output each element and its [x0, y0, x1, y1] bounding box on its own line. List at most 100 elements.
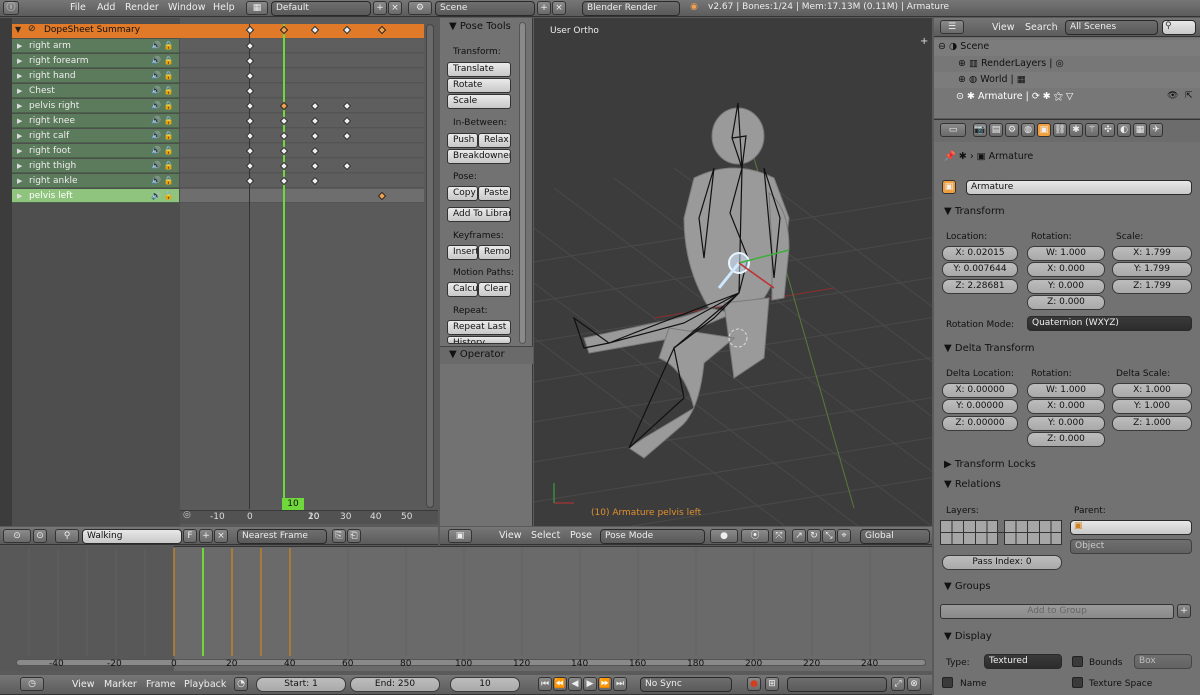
push-button[interactable]: Push — [447, 133, 478, 148]
pivot-icon[interactable]: ⦿ — [741, 529, 769, 543]
translate-manipulator-icon[interactable]: ↗ — [792, 529, 806, 543]
menu-window[interactable]: Window — [168, 2, 205, 13]
add-to-group-button[interactable]: Add to Group — [940, 604, 1174, 619]
outliner-menu-view[interactable]: View — [992, 22, 1015, 33]
viewport-menu-pose[interactable]: Pose — [570, 530, 592, 541]
clear-paths-button[interactable]: Clear — [478, 282, 511, 297]
play-reverse-icon[interactable]: ◀ — [568, 677, 582, 691]
delete-key-icon[interactable]: ⊗ — [907, 677, 921, 691]
editor-type-icon[interactable]: ▣ — [448, 529, 472, 543]
keying-set-icon[interactable]: ⊞ — [765, 677, 779, 691]
channel-row[interactable]: ▶ Chest 🔊 🔒 — [12, 84, 179, 98]
scene-tab-icon[interactable]: ⚙ — [1005, 123, 1019, 137]
delta-location-z-field[interactable]: Z: 0.00000 — [942, 416, 1018, 431]
channel-row[interactable]: ▶ right hand 🔊 🔒 — [12, 69, 179, 83]
channel-icons[interactable]: 🔊 🔒 — [151, 84, 173, 98]
paste-pose-button[interactable]: Paste — [478, 186, 511, 201]
location-y-field[interactable]: Y: 0.007644 — [942, 262, 1018, 277]
expand-icon[interactable]: ▶ — [17, 99, 22, 113]
channel-row[interactable]: ▶ right knee 🔊 🔒 — [12, 114, 179, 128]
channel-icons[interactable]: 🔊 🔒 — [151, 129, 173, 143]
add-group-icon[interactable]: + — [1177, 604, 1191, 618]
start-frame-field[interactable]: Start: 1 — [256, 677, 346, 692]
scale-button[interactable]: Scale — [447, 94, 511, 109]
channel-row[interactable]: ▶ right forearm 🔊 🔒 — [12, 54, 179, 68]
render-tab-icon[interactable]: 📷 — [973, 123, 987, 137]
timeline-menu-marker[interactable]: Marker — [104, 679, 137, 690]
bounds-checkbox[interactable] — [1072, 656, 1083, 667]
copy-pose-button[interactable]: Copy — [447, 186, 478, 201]
translate-button[interactable]: Translate — [447, 62, 511, 77]
scale-manipulator-icon[interactable]: ⤡ — [822, 529, 836, 543]
sync-select[interactable]: No Sync — [640, 677, 732, 692]
constraints-tab-icon[interactable]: ⛓ — [1053, 123, 1067, 137]
outliner-item[interactable]: ⊕ ▥ RenderLayers | ◎ — [958, 58, 1064, 69]
select-arrow-icon[interactable]: ⇱ — [1185, 91, 1193, 101]
transform-panel-header[interactable]: ▼ Transform — [938, 203, 1196, 221]
scenes-select[interactable]: All Scenes — [1065, 20, 1158, 35]
expand-icon[interactable]: ▶ — [17, 69, 22, 83]
3d-viewport[interactable] — [534, 18, 932, 526]
expand-icon[interactable]: ▶ — [17, 159, 22, 173]
expand-icon[interactable]: ▶ — [17, 84, 22, 98]
world-tab-icon[interactable]: ◍ — [1021, 123, 1035, 137]
preview-range-icon[interactable]: ◔ — [234, 677, 248, 691]
timeline-menu-frame[interactable]: Frame — [146, 679, 176, 690]
layout-remove-icon[interactable]: × — [388, 1, 402, 15]
jump-next-key-icon[interactable]: ⏩ — [598, 677, 612, 691]
character-model[interactable] — [534, 18, 932, 526]
physics-tab-icon[interactable]: ✈ — [1149, 123, 1163, 137]
menu-file[interactable]: File — [70, 2, 86, 13]
channel-row[interactable]: ▶ right arm 🔊 🔒 — [12, 39, 179, 53]
relations-panel-header[interactable]: ▼ Relations — [938, 476, 1196, 494]
snap-select[interactable]: Nearest Frame — [237, 529, 327, 544]
object-name-input[interactable]: Armature — [966, 180, 1192, 195]
channel-row[interactable]: ▶ right thigh 🔊 🔒 — [12, 159, 179, 173]
scene-remove-icon[interactable]: × — [552, 1, 566, 15]
channel-icons[interactable]: 🔊 🔒 — [151, 39, 173, 53]
viewport-menu-view[interactable]: View — [499, 530, 522, 541]
copy-keys-icon[interactable]: ⎘ — [332, 529, 346, 543]
delta-transform-panel-header[interactable]: ▼ Delta Transform — [938, 340, 1196, 358]
fake-user-button[interactable]: F — [183, 529, 197, 543]
channel-icons[interactable]: 🔊 🔒 — [151, 159, 173, 173]
expand-triangle-icon[interactable]: ▼ — [15, 25, 21, 34]
extra-manipulator-icon[interactable]: ⌖ — [837, 529, 851, 543]
mode-select[interactable]: Pose Mode — [600, 529, 705, 544]
channel-icons[interactable]: 🔊 🔒 — [151, 69, 173, 83]
channel-icons[interactable]: 🔊 🔒 — [151, 174, 173, 188]
current-frame-field[interactable]: 10 — [450, 677, 520, 692]
paste-keys-icon[interactable]: ⎗ — [347, 529, 361, 543]
dopesheet-scrollbar[interactable] — [426, 24, 434, 508]
channel-row-selected[interactable]: ▶ pelvis left 🔊 🔒 — [12, 189, 179, 203]
channel-row[interactable]: ▶ pelvis right 🔊 🔒 — [12, 99, 179, 113]
bounds-type-select[interactable]: Box — [1134, 654, 1192, 669]
rotate-manipulator-icon[interactable]: ↻ — [807, 529, 821, 543]
history-button[interactable]: History — [447, 336, 511, 344]
delta-scale-y-field[interactable]: Y: 1.000 — [1112, 399, 1192, 414]
expand-icon[interactable]: ▶ — [17, 144, 22, 158]
search-icon[interactable]: ⚲ — [55, 529, 79, 543]
jump-prev-key-icon[interactable]: ⏪ — [553, 677, 567, 691]
delta-rotation-y-field[interactable]: Y: 0.000 — [1027, 416, 1105, 431]
expand-icon[interactable]: ▶ — [17, 189, 22, 203]
rotation-x-field[interactable]: X: 0.000 — [1027, 262, 1105, 277]
menu-render[interactable]: Render — [125, 2, 159, 13]
expand-icon[interactable]: ▶ — [17, 174, 22, 188]
breakdowner-button[interactable]: Breakdowner — [447, 149, 511, 164]
viewport-corner-icon[interactable]: + — [920, 36, 928, 47]
menu-help[interactable]: Help — [213, 2, 235, 13]
editor-type-icon[interactable]: ⊙ — [3, 529, 31, 543]
outliner-menu-search[interactable]: Search — [1025, 22, 1058, 33]
texture-tab-icon[interactable]: ▦ — [1133, 123, 1147, 137]
scene-select[interactable]: Scene — [435, 1, 535, 16]
display-panel-header[interactable]: ▼ Display — [938, 628, 1196, 646]
texture-space-checkbox[interactable] — [1072, 677, 1083, 688]
ruler-scroll-icon[interactable]: ◎ — [183, 510, 191, 520]
relax-button[interactable]: Relax — [478, 133, 511, 148]
delta-location-y-field[interactable]: Y: 0.00000 — [942, 399, 1018, 414]
delta-rotation-w-field[interactable]: W: 1.000 — [1027, 383, 1105, 398]
keying-set-select[interactable] — [787, 677, 887, 692]
material-tab-icon[interactable]: ◐ — [1117, 123, 1131, 137]
delta-rotation-z-field[interactable]: Z: 0.000 — [1027, 432, 1105, 447]
